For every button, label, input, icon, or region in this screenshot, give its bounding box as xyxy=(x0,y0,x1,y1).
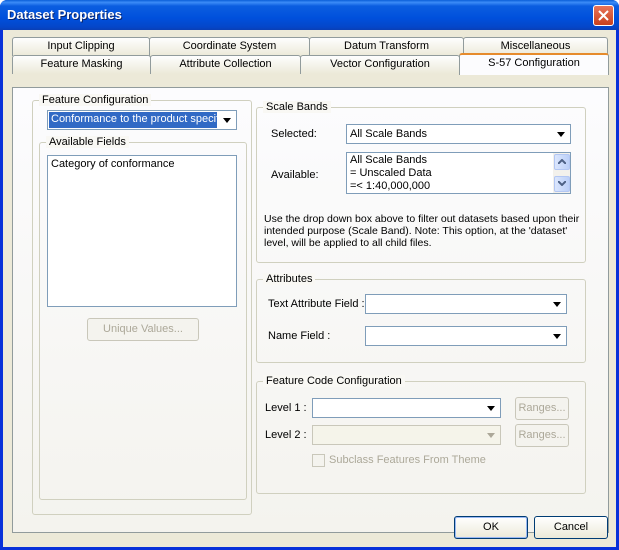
tab-vector-configuration[interactable]: Vector Configuration xyxy=(300,55,460,74)
unique-values-button[interactable]: Unique Values... xyxy=(87,318,199,341)
chevron-down-icon xyxy=(557,132,565,137)
close-button[interactable] xyxy=(593,5,614,26)
feature-configuration-label: Feature Configuration xyxy=(39,94,152,106)
chevron-down-icon xyxy=(487,406,495,411)
feature-configuration-value: Conformance to the product specific xyxy=(49,112,217,128)
attributes-group: Attributes Text Attribute Field : Name F… xyxy=(256,273,586,363)
scroll-up-button[interactable] xyxy=(554,154,570,170)
name-field-label: Name Field : xyxy=(268,330,331,342)
available-fields-group: Available Fields Category of conformance… xyxy=(39,136,247,500)
title-bar[interactable]: Dataset Properties xyxy=(0,0,619,30)
cancel-button[interactable]: Cancel xyxy=(534,516,608,539)
feature-code-configuration-group: Feature Code Configuration Level 1 : Ran… xyxy=(256,375,586,494)
scroll-down-button[interactable] xyxy=(554,176,570,192)
feature-configuration-group: Feature Configuration Conformance to the… xyxy=(32,94,252,515)
list-item[interactable]: All Scale Bands xyxy=(347,154,570,167)
chevron-down-icon xyxy=(223,118,231,123)
tab-s57-configuration[interactable]: S-57 Configuration xyxy=(459,53,609,75)
level1-label: Level 1 : xyxy=(265,402,307,414)
scale-bands-label: Scale Bands xyxy=(263,101,331,113)
chevron-down-icon xyxy=(553,334,561,339)
dialog-body: Input Clipping Coordinate System Datum T… xyxy=(3,30,616,547)
subclass-features-label: Subclass Features From Theme xyxy=(329,454,486,466)
level2-ranges-button[interactable]: Ranges... xyxy=(515,424,569,447)
tab-attribute-collection[interactable]: Attribute Collection xyxy=(150,55,301,74)
level2-label: Level 2 : xyxy=(265,429,307,441)
chevron-up-icon xyxy=(558,159,566,164)
text-attribute-label: Text Attribute Field : xyxy=(268,298,365,310)
scale-band-hint: Use the drop down box above to filter ou… xyxy=(264,213,580,249)
scale-band-selected-value: All Scale Bands xyxy=(350,128,428,140)
dropdown-button[interactable] xyxy=(483,427,499,443)
scale-bands-group: Scale Bands Selected: All Scale Bands Av… xyxy=(256,101,586,263)
subclass-features-checkbox[interactable] xyxy=(312,454,325,467)
dropdown-button[interactable] xyxy=(219,112,235,128)
dropdown-button[interactable] xyxy=(549,328,565,344)
dialog-window: Dataset Properties Input Clipping Coordi… xyxy=(0,0,619,550)
level1-dropdown[interactable] xyxy=(312,398,501,418)
tab-datum-transform[interactable]: Datum Transform xyxy=(309,37,464,56)
tab-feature-masking[interactable]: Feature Masking xyxy=(12,55,151,74)
window-title: Dataset Properties xyxy=(7,7,122,22)
text-attribute-dropdown[interactable] xyxy=(365,294,567,314)
available-fields-list[interactable]: Category of conformance xyxy=(47,155,237,307)
list-item[interactable]: = Unscaled Data xyxy=(347,167,570,180)
close-icon xyxy=(598,10,609,21)
ok-button[interactable]: OK xyxy=(454,516,528,539)
level1-ranges-button[interactable]: Ranges... xyxy=(515,397,569,420)
name-field-dropdown[interactable] xyxy=(365,326,567,346)
list-item[interactable]: =< 1:40,000,000 xyxy=(347,180,570,193)
feature-configuration-dropdown[interactable]: Conformance to the product specific xyxy=(47,110,237,130)
chevron-down-icon xyxy=(487,433,495,438)
chevron-down-icon xyxy=(558,181,566,186)
selected-label: Selected: xyxy=(271,128,317,140)
tab-panel-s57: Feature Configuration Conformance to the… xyxy=(12,87,609,533)
dropdown-button[interactable] xyxy=(549,296,565,312)
dropdown-button[interactable] xyxy=(553,126,569,142)
level2-dropdown[interactable] xyxy=(312,425,501,445)
scale-band-available-list[interactable]: All Scale Bands = Unscaled Data =< 1:40,… xyxy=(346,152,571,194)
attributes-label: Attributes xyxy=(263,273,316,285)
available-fields-label: Available Fields xyxy=(46,136,129,148)
tab-input-clipping[interactable]: Input Clipping xyxy=(12,37,150,56)
dropdown-button[interactable] xyxy=(483,400,499,416)
list-item[interactable]: Category of conformance xyxy=(48,158,236,171)
tab-coordinate-system[interactable]: Coordinate System xyxy=(149,37,310,56)
feature-code-configuration-label: Feature Code Configuration xyxy=(263,375,405,387)
chevron-down-icon xyxy=(553,302,561,307)
available-label: Available: xyxy=(271,169,319,181)
vertical-scrollbar[interactable] xyxy=(553,153,570,193)
scale-band-selected-dropdown[interactable]: All Scale Bands xyxy=(346,124,571,144)
